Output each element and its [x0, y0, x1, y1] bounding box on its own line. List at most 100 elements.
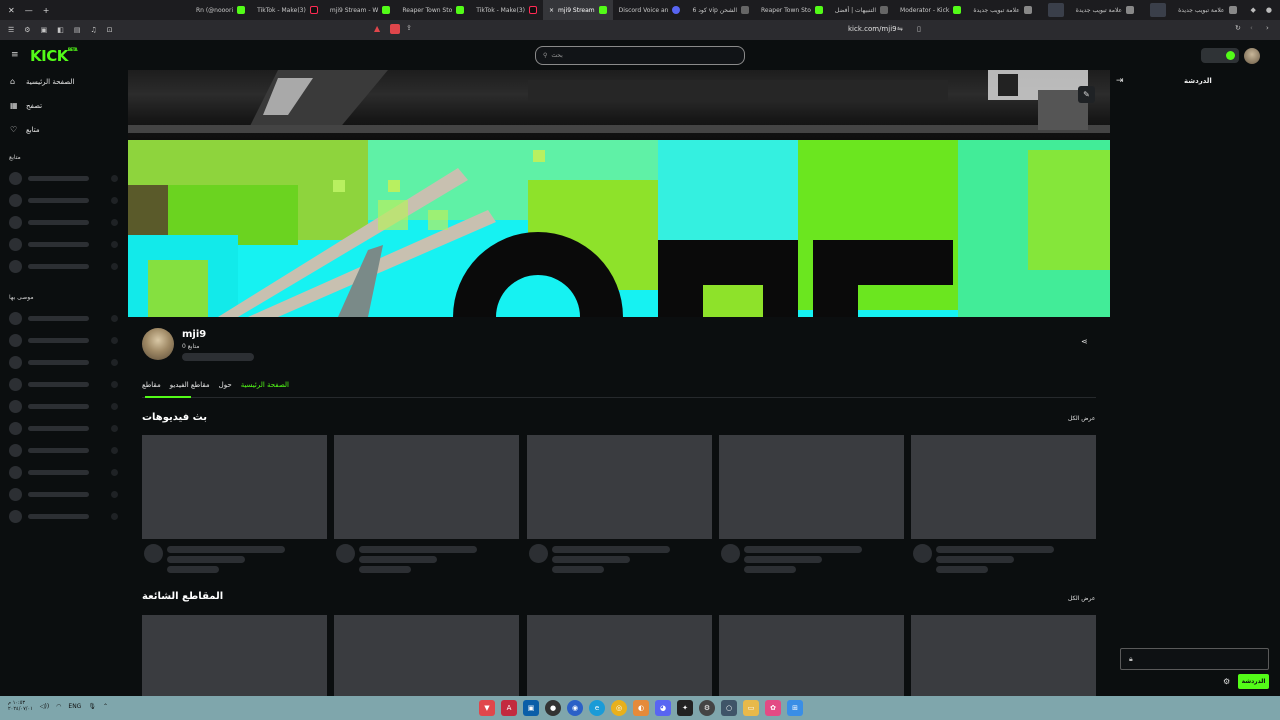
forward-icon[interactable]: ›	[1266, 24, 1269, 32]
sidebar-icon[interactable]: ◧	[57, 26, 64, 34]
tab-thumbnail	[1047, 3, 1064, 17]
browser-tab[interactable]: علامة تبويب جديدة	[1070, 0, 1140, 20]
browser-tab[interactable]: mji9 Stream ×	[543, 0, 613, 20]
bookmark-icon[interactable]: ▯	[917, 25, 921, 33]
browser-tab[interactable]	[1038, 0, 1070, 20]
media-app-icon[interactable]: ▣	[523, 700, 539, 716]
browser-tab[interactable]: الشحن vip كود 6	[686, 0, 755, 20]
brave-app-icon[interactable]: ▼	[479, 700, 495, 716]
tab-title: mji9 Stream	[558, 6, 595, 14]
tab-clips[interactable]: مقاطع	[142, 381, 161, 397]
tab-videos[interactable]: مقاطع الفيديو	[170, 381, 210, 397]
microphone-icon[interactable]: 🎙︎	[88, 703, 96, 710]
tab-title: (3)TikTok - Make	[257, 6, 306, 14]
chrome-app-icon[interactable]: ◎	[611, 700, 627, 716]
edit-banner-button[interactable]: ✎	[1078, 86, 1095, 103]
channel-avatar[interactable]	[142, 328, 174, 360]
wallet-icon[interactable]: ▤	[74, 26, 81, 34]
url-field[interactable]: kick.com/mji9	[848, 25, 897, 33]
browser-tab[interactable]: (3)TikTok - Make	[251, 0, 324, 20]
music-icon[interactable]: ♫	[90, 26, 96, 34]
chat-input[interactable]: 🔒︎	[1120, 648, 1269, 670]
ghost-icon	[741, 6, 749, 14]
minimize-window-icon[interactable]: —	[25, 6, 33, 15]
translate-icon[interactable]: ⇋	[897, 25, 903, 33]
tab-home[interactable]: الصفحة الرئيسية	[241, 381, 289, 397]
status-dot	[1226, 51, 1235, 60]
browser-tab[interactable]: Reaper Town Sto	[755, 0, 829, 20]
close-tab-icon[interactable]: ×	[549, 7, 554, 14]
browser-tab[interactable]: mji9 Stream - W	[324, 0, 397, 20]
site-header: ≡ KICKBETA ⚲ بحث	[0, 40, 1280, 70]
sidebar-channel-placeholder	[9, 488, 121, 501]
browser-tab[interactable]: التنبيهات | أفضل	[829, 0, 894, 20]
close-window-icon[interactable]: ✕	[8, 6, 15, 15]
clock[interactable]: ١٠:٥٣ م ٢٠٢٤/٠٧/٠١	[8, 700, 33, 712]
download-icon[interactable]: ⊡	[107, 26, 113, 34]
sidebar-channel-placeholder	[9, 422, 121, 435]
lock-icon: 🔒︎	[1129, 655, 1133, 663]
kick-icon	[456, 6, 465, 14]
browser-tab[interactable]: Reaper Town Sto	[396, 0, 470, 20]
tab-title: Discord Voice an	[618, 6, 669, 14]
sidebar-channel-placeholder	[9, 378, 121, 391]
app-icon[interactable]: ✦	[677, 700, 693, 716]
kick-icon	[814, 6, 823, 14]
video-thumbnail-placeholder[interactable]	[142, 435, 327, 539]
browser-tab[interactable]	[1140, 0, 1172, 20]
search-input[interactable]: ⚲ بحث	[535, 46, 745, 65]
video-thumbnail-placeholder[interactable]	[911, 435, 1096, 539]
reload-icon[interactable]: ↻	[1235, 24, 1241, 32]
brave-shield-icon[interactable]	[390, 24, 400, 34]
kick-logo[interactable]: KICKBETA	[30, 47, 78, 65]
chat-settings-icon[interactable]: ⚙	[1223, 677, 1230, 686]
start-menu-icon[interactable]: ⊞	[787, 700, 803, 716]
app-icon[interactable]: ○	[721, 700, 737, 716]
app-icon[interactable]: ✿	[765, 700, 781, 716]
video-thumbnail-placeholder[interactable]	[719, 435, 904, 539]
screenshot-icon[interactable]: ▣	[41, 26, 48, 34]
video-thumbnail-placeholder[interactable]	[527, 435, 712, 539]
user-avatar[interactable]	[1244, 48, 1260, 64]
account-button[interactable]	[1201, 48, 1239, 63]
menu-icon[interactable]: ≡	[11, 51, 21, 60]
app-icon[interactable]: ◉	[567, 700, 583, 716]
extension-icon[interactable]: ●	[1266, 6, 1272, 14]
browser-tab[interactable]: Discord Voice an	[613, 0, 687, 20]
wifi-icon[interactable]: ◠	[56, 703, 61, 710]
sidebar-item-following[interactable]: ♡ متابع	[10, 125, 40, 134]
share-page-icon[interactable]: ⇪	[406, 24, 412, 34]
browser-tab[interactable]: علامة تبويب جديدة	[1172, 0, 1242, 20]
vods-see-all-link[interactable]: عرض الكل	[1068, 415, 1095, 422]
sidebar-item-browse[interactable]: ▦ تصفح	[10, 101, 42, 110]
browser-tab[interactable]: (3)TikTok - Make	[470, 0, 543, 20]
language-indicator[interactable]: ENG	[68, 703, 81, 710]
browser-tab[interactable]: Moderator - Kick	[894, 0, 967, 20]
edge-app-icon[interactable]: e	[589, 700, 605, 716]
share-icon[interactable]: ⋖	[1081, 337, 1088, 346]
clips-see-all-link[interactable]: عرض الكل	[1068, 595, 1095, 602]
tab-about[interactable]: حول	[219, 381, 232, 397]
chat-panel: ⇥ الدردشة 🔒︎ ⚙ الدردشة	[1110, 70, 1280, 696]
volume-icon[interactable]: ◁))	[40, 703, 49, 710]
tiktok-icon	[309, 6, 318, 14]
menu-icon[interactable]: ☰	[8, 26, 14, 34]
video-thumbnail-placeholder[interactable]	[334, 435, 519, 539]
chat-send-button[interactable]: الدردشة	[1238, 674, 1269, 689]
browser-tab[interactable]: Rn (@nooori	[190, 0, 251, 20]
extension-icon[interactable]: ◆	[1251, 6, 1256, 14]
tray-chevron-icon[interactable]: ⌃	[103, 703, 108, 710]
rewards-icon[interactable]: ▲	[374, 24, 384, 34]
obs-app-icon[interactable]: ●	[545, 700, 561, 716]
browser-tab[interactable]: علامة تبويب جديدة	[967, 0, 1037, 20]
new-tab-icon[interactable]: +	[43, 6, 50, 15]
collapse-chat-icon[interactable]: ⇥	[1116, 76, 1124, 86]
acrobat-app-icon[interactable]: A	[501, 700, 517, 716]
settings-icon[interactable]: ⚙	[24, 26, 30, 34]
sidebar-item-home[interactable]: ⌂ الصفحة الرئيسية	[10, 77, 74, 86]
file-explorer-icon[interactable]: ▭	[743, 700, 759, 716]
back-icon[interactable]: ‹	[1250, 24, 1253, 32]
discord-app-icon[interactable]: ◕	[655, 700, 671, 716]
settings-app-icon[interactable]: ⚙	[699, 700, 715, 716]
app-icon[interactable]: ◐	[633, 700, 649, 716]
